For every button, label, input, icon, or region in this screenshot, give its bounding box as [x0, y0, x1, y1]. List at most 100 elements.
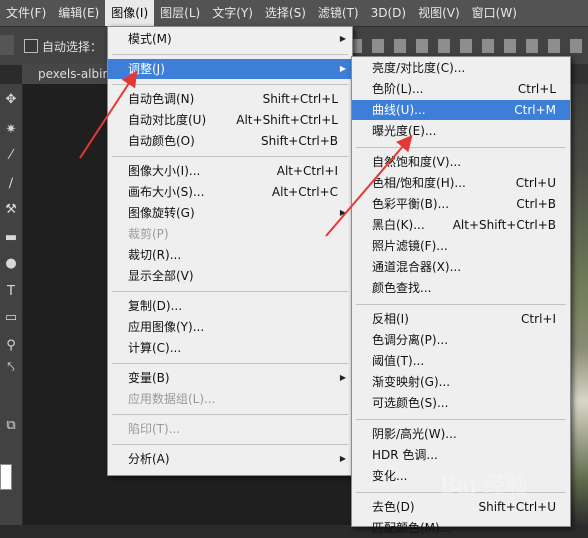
- menu-item[interactable]: 亮度/对比度(C)...: [352, 58, 570, 78]
- menu-item[interactable]: 自动对比度(U) Alt+Shift+Ctrl+L: [108, 110, 352, 130]
- menu-view[interactable]: 视图(V): [412, 0, 466, 26]
- menu-item[interactable]: 变量(B) ▶: [108, 368, 352, 388]
- menu-item[interactable]: 颜色查找...: [352, 278, 570, 298]
- menu-item-label: 色阶(L)...: [372, 82, 424, 96]
- menu-item[interactable]: 色调分离(P)...: [352, 330, 570, 350]
- menu-item[interactable]: 图像大小(I)... Alt+Ctrl+I: [108, 161, 352, 181]
- menu-item-label: 图像旋转(G): [128, 206, 195, 220]
- menu-item-shortcut: Alt+Ctrl+C: [271, 185, 338, 199]
- align-icons[interactable]: [350, 39, 588, 53]
- menu-item[interactable]: 阈值(T)...: [352, 351, 570, 371]
- submenu-arrow-icon: ▶: [339, 34, 346, 43]
- menu-item-label: 色彩平衡(B)...: [372, 197, 450, 211]
- menu-separator: [356, 419, 566, 420]
- document-tab[interactable]: pexels-albina: [22, 64, 108, 84]
- menu-item-label: 黑白(K)...: [372, 218, 425, 232]
- menu-item-label: 调整(J): [128, 62, 165, 76]
- menu-item[interactable]: 画布大小(S)... Alt+Ctrl+C: [108, 182, 352, 202]
- clone-stamp-icon[interactable]: ⚒: [1, 200, 21, 220]
- menu-item[interactable]: 色阶(L)... Ctrl+L: [352, 79, 570, 99]
- menu-item: 裁剪(P): [108, 224, 352, 244]
- menu-item-label: 画布大小(S)...: [128, 185, 205, 199]
- menu-item-label: 复制(D)...: [128, 299, 183, 313]
- eyedropper-icon[interactable]: ⁄: [1, 146, 21, 166]
- menu-filter[interactable]: 滤镜(T): [312, 0, 365, 26]
- menu-window[interactable]: 窗口(W): [466, 0, 523, 26]
- menu-item-label: 阈值(T)...: [372, 354, 425, 368]
- menu-item-label: 自动对比度(U): [128, 113, 207, 127]
- auto-select-checkbox[interactable]: [24, 39, 38, 53]
- menu-item-label: 变化...: [372, 469, 408, 483]
- menu-item: 应用数据组(L)...: [108, 389, 352, 409]
- menu-item[interactable]: 自动颜色(O) Shift+Ctrl+B: [108, 131, 352, 151]
- menu-item[interactable]: 黑白(K)... Alt+Shift+Ctrl+B: [352, 215, 570, 235]
- zoom-tool-icon[interactable]: ⚲: [1, 336, 21, 356]
- menu-item[interactable]: 显示全部(V): [108, 266, 352, 286]
- menu-item[interactable]: 裁切(R)...: [108, 245, 352, 265]
- menu-image[interactable]: 图像(I): [105, 0, 155, 26]
- menu-item[interactable]: 通道混合器(X)...: [352, 257, 570, 277]
- menu-item-label: 自然饱和度(V)...: [372, 155, 462, 169]
- menu-separator: [356, 147, 566, 148]
- menu-item[interactable]: 调整(J) ▶: [108, 59, 352, 79]
- menu-item[interactable]: 曲线(U)... Ctrl+M: [352, 100, 570, 120]
- menu-item-shortcut: Ctrl+L: [517, 82, 556, 96]
- move-tool-icon[interactable]: ✥: [1, 90, 21, 110]
- menu-item[interactable]: 曝光度(E)...: [352, 121, 570, 141]
- menu-item[interactable]: 分析(A) ▶: [108, 449, 352, 469]
- menu-item[interactable]: 渐变映射(G)...: [352, 372, 570, 392]
- menu-item[interactable]: 模式(M) ▶: [108, 29, 352, 49]
- menu-item[interactable]: 照片滤镜(F)...: [352, 236, 570, 256]
- menu-item-label: 色相/饱和度(H)...: [372, 176, 466, 190]
- menu-item-label: 阴影/高光(W)...: [372, 427, 457, 441]
- move-tool-preset[interactable]: [0, 35, 14, 55]
- foreground-color-swatch[interactable]: [0, 464, 12, 490]
- menu-item-shortcut: Ctrl+M: [514, 103, 556, 117]
- menu-item[interactable]: 阴影/高光(W)...: [352, 424, 570, 444]
- menu-layer[interactable]: 图层(L): [154, 0, 206, 26]
- menu-item-label: 照片滤镜(F)...: [372, 239, 448, 253]
- menu-item[interactable]: 色彩平衡(B)... Ctrl+B: [352, 194, 570, 214]
- menu-item[interactable]: 反相(I) Ctrl+I: [352, 309, 570, 329]
- menu-type[interactable]: 文字(Y): [206, 0, 259, 26]
- swap-colors-icon[interactable]: ⤣: [1, 358, 21, 378]
- menu-item-label: 颜色查找...: [372, 281, 432, 295]
- menu-item-label: 色调分离(P)...: [372, 333, 449, 347]
- menu-item[interactable]: 图像旋转(G) ▶: [108, 203, 352, 223]
- menu-item-label: 渐变映射(G)...: [372, 375, 451, 389]
- brush-icon[interactable]: ∕: [1, 174, 21, 194]
- menu-edit[interactable]: 编辑(E): [52, 0, 105, 26]
- screen-mode-icon[interactable]: ⧉: [1, 416, 21, 436]
- menu-separator: [356, 304, 566, 305]
- submenu-arrow-icon: ▶: [339, 373, 346, 382]
- menu-file[interactable]: 文件(F): [0, 0, 52, 26]
- type-tool-icon[interactable]: T: [1, 282, 21, 302]
- menubar: 文件(F) 编辑(E) 图像(I) 图层(L) 文字(Y) 选择(S) 滤镜(T) 3D(D)…: [0, 0, 588, 26]
- menu-item-label: 计算(C)...: [128, 341, 182, 355]
- dodge-icon[interactable]: ●: [1, 254, 21, 274]
- menu-item-label: 去色(D): [372, 500, 415, 514]
- rectangle-tool-icon[interactable]: ▭: [1, 308, 21, 328]
- menu-item-shortcut: Alt+Shift+Ctrl+L: [236, 113, 338, 127]
- menu-item-label: 显示全部(V): [128, 269, 194, 283]
- menu-item[interactable]: 去色(D) Shift+Ctrl+U: [352, 497, 570, 517]
- menu-item[interactable]: 匹配颜色(M)...: [352, 518, 570, 538]
- menu-item-label: 匹配颜色(M)...: [372, 521, 452, 535]
- menu-item[interactable]: 色相/饱和度(H)... Ctrl+U: [352, 173, 570, 193]
- menu-item-shortcut: Ctrl+B: [516, 197, 556, 211]
- menu-item-label: 应用图像(Y)...: [128, 320, 205, 334]
- menu-3d[interactable]: 3D(D): [365, 0, 412, 26]
- menu-item[interactable]: 计算(C)...: [108, 338, 352, 358]
- menu-item[interactable]: HDR 色调...: [352, 445, 570, 465]
- menu-item[interactable]: 自然饱和度(V)...: [352, 152, 570, 172]
- menu-item-label: 自动色调(N): [128, 92, 195, 106]
- menu-item[interactable]: 可选颜色(S)...: [352, 393, 570, 413]
- menu-item[interactable]: 复制(D)...: [108, 296, 352, 316]
- menu-item[interactable]: 应用图像(Y)...: [108, 317, 352, 337]
- gradient-icon[interactable]: ▬: [1, 228, 21, 248]
- menu-select[interactable]: 选择(S): [259, 0, 312, 26]
- menu-separator: [112, 156, 348, 157]
- menu-item-label: 自动颜色(O): [128, 134, 195, 148]
- magic-wand-icon[interactable]: ✷: [1, 120, 21, 140]
- menu-item[interactable]: 自动色调(N) Shift+Ctrl+L: [108, 89, 352, 109]
